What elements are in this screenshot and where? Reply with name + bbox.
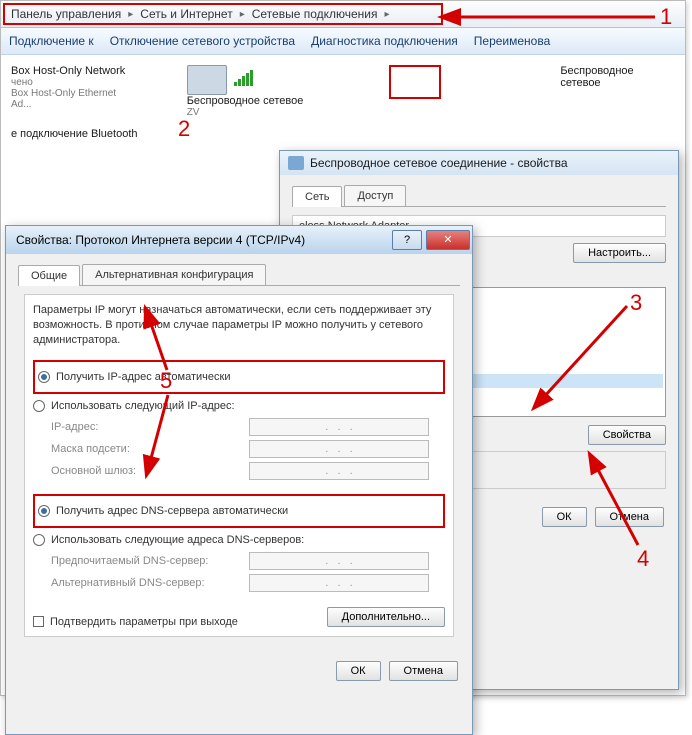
connection-item[interactable]: Беспроводное сетевое ZV [187,65,371,118]
annotation-highlight-dns-auto: Получить адрес DNS-сервера автоматически [33,494,445,528]
chevron-right-icon: ▸ [240,9,245,20]
radio-dns-auto[interactable]: Получить адрес DNS-сервера автоматически [38,505,440,517]
toolbar: Подключение к Отключение сетевого устрой… [1,28,685,55]
dialog-titlebar: Свойства: Протокол Интернета версии 4 (T… [6,226,472,254]
dialog-title-text: Беспроводное сетевое соединение - свойст… [310,156,568,170]
connection-adapter: Box Host-Only Ethernet Ad... [11,88,137,110]
radio-icon [38,505,50,517]
cancel-button[interactable]: Отмена [389,661,458,681]
connection-name: Беспроводное сетевое [187,95,304,107]
configure-button[interactable]: Настроить... [573,243,666,263]
toolbar-item[interactable]: Отключение сетевого устройства [110,34,295,48]
tabstrip: Общие Альтернативная конфигурация [18,264,460,286]
tab-alternate[interactable]: Альтернативная конфигурация [82,264,266,285]
dialog-title-text: Свойства: Протокол Интернета версии 4 (T… [6,233,305,247]
chevron-right-icon: ▸ [385,9,390,20]
dns1-field: Предпочитаемый DNS-сервер:. . . [51,552,445,570]
intro-text: Параметры IP могут назначаться автоматич… [33,303,445,348]
subnet-mask-field: Маска подсети:. . . [51,440,445,458]
connection-ssid: ZV [187,107,304,118]
ip-address-field: IP-адрес:. . . [51,418,445,436]
annotation-number-2: 2 [178,116,190,142]
network-icon [187,65,227,95]
annotation-number-4: 4 [637,546,649,572]
annotation-arrow-1 [450,8,660,29]
radio-icon [33,534,45,546]
ip-input[interactable]: . . . [249,552,429,570]
properties-button[interactable]: Свойства [588,425,666,445]
annotation-arrow-4 [588,460,648,553]
annotation-highlight-ip-auto: Получить IP-адрес автоматически [33,360,445,394]
tab-general[interactable]: Общие [18,265,80,286]
dns2-field: Альтернативный DNS-сервер:. . . [51,574,445,592]
radio-label: Получить адрес DNS-сервера автоматически [56,505,288,517]
annotation-highlight-2 [389,65,441,99]
radio-icon [33,400,45,412]
close-button[interactable]: ✕ [426,230,470,250]
annotation-number-1: 1 [660,4,672,30]
ip-input[interactable]: . . . [249,440,429,458]
connection-name: е подключение Bluetooth [11,128,138,140]
checkbox-icon [33,616,44,627]
radio-ip-manual[interactable]: Использовать следующий IP-адрес: [33,400,445,412]
connection-name: Беспроводное сетевое [560,65,675,89]
radio-dns-manual[interactable]: Использовать следующие адреса DNS-сервер… [33,534,445,546]
radio-icon [38,371,50,383]
ip-input[interactable]: . . . [249,462,429,480]
tabstrip: Сеть Доступ [292,185,666,207]
ip-input[interactable]: . . . [249,418,429,436]
gateway-field: Основной шлюз:. . . [51,462,445,480]
breadcrumb-item[interactable]: Сеть и Интернет [136,5,236,23]
ok-button[interactable]: ОК [336,661,381,681]
annotation-number-3: 3 [630,290,642,316]
radio-ip-auto[interactable]: Получить IP-адрес автоматически [38,371,440,383]
radio-label: Использовать следующие адреса DNS-сервер… [51,534,304,546]
breadcrumb-item[interactable]: Панель управления [7,5,125,23]
network-icon [288,156,304,170]
ip-input[interactable]: . . . [249,574,429,592]
tab-access[interactable]: Доступ [344,185,406,206]
annotation-arrow-3 [535,298,635,411]
checkbox-label: Подтвердить параметры при выходе [50,616,238,628]
tab-network[interactable]: Сеть [292,186,342,207]
confirm-checkbox-row[interactable]: Подтвердить параметры при выходе [33,616,238,628]
connection-item[interactable]: Box Host-Only Network чено Box Host-Only… [11,65,137,118]
signal-bars-icon [234,70,254,86]
toolbar-item[interactable]: Диагностика подключения [311,34,458,48]
connection-status: чено [11,77,137,88]
advanced-button[interactable]: Дополнительно... [327,607,445,627]
connection-name: Box Host-Only Network [11,65,137,77]
annotation-arrow-5b [142,390,182,473]
connection-item[interactable]: Беспроводное сетевое [560,65,675,118]
help-button[interactable]: ? [392,230,422,250]
ok-button[interactable]: ОК [542,507,587,527]
chevron-right-icon: ▸ [128,9,133,20]
connection-item[interactable]: е подключение Bluetooth [11,128,138,140]
toolbar-item[interactable]: Переименова [474,34,551,48]
annotation-number-5: 5 [160,368,172,394]
toolbar-item[interactable]: Подключение к [9,34,94,48]
ipv4-properties-dialog: Свойства: Протокол Интернета версии 4 (T… [5,225,473,735]
dialog-title: Беспроводное сетевое соединение - свойст… [280,151,678,175]
breadcrumb-item[interactable]: Сетевые подключения [248,5,382,23]
